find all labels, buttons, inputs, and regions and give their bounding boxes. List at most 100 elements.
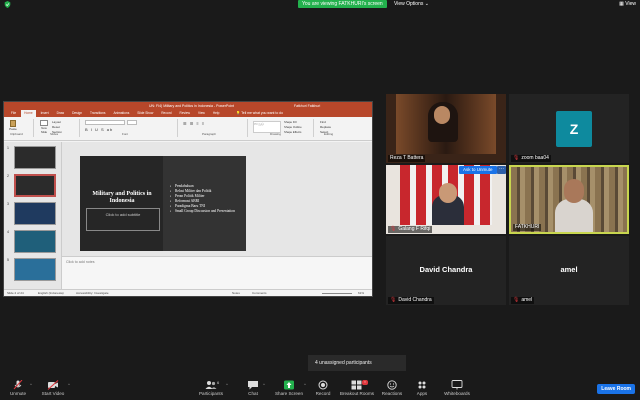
apps-button[interactable]: Apps — [413, 378, 431, 400]
ribbon-tab-help[interactable]: Help — [210, 110, 223, 117]
video-tile-zoom-baa04[interactable]: Z 🎙 zoom baa04 — [509, 94, 629, 163]
layout-button[interactable]: Layout — [52, 120, 61, 124]
video-tile-amel[interactable]: amel 🎙 amel — [509, 236, 629, 305]
person-silhouette — [555, 199, 593, 232]
video-tile-galang[interactable]: 🎙 Galang F Rifqi — [386, 165, 506, 234]
slide-count: Slide 2 of 24 — [7, 291, 24, 295]
chat-button[interactable]: Chat — [242, 378, 264, 400]
record-icon — [318, 380, 328, 390]
participant-name-text: Reza T Battera — [390, 155, 424, 161]
ribbon-tab-design[interactable]: Design — [69, 110, 85, 117]
ribbon-tab-transitions[interactable]: Transitions — [87, 110, 108, 117]
ribbon-tab-review[interactable]: Review — [177, 110, 193, 117]
slide-bullet-item: Small Group Discussion and Presentation — [170, 209, 242, 214]
video-tile-reza[interactable]: Reza T Battera — [386, 94, 506, 163]
find-button[interactable]: Find — [320, 120, 326, 124]
participants-label: Participants — [198, 391, 223, 396]
language-status[interactable]: English (Indonesia) — [38, 290, 64, 296]
zoom-level[interactable]: 61% — [358, 290, 364, 296]
ribbon-group-label: Paragraph — [202, 132, 217, 136]
unassigned-participants-notice[interactable]: 4 unassigned participants — [308, 355, 406, 371]
current-slide[interactable]: Military and Politics in Indonesia Click… — [80, 156, 246, 251]
reset-button[interactable]: Reset — [52, 125, 60, 129]
ribbon-tab-draw[interactable]: Draw — [54, 110, 67, 117]
more-options-button[interactable]: ··· — [497, 166, 506, 174]
leave-room-button[interactable]: Leave Room — [597, 384, 635, 394]
record-label: Record — [315, 391, 331, 396]
ribbon: Paste Clipboard New Slide Layout Reset S… — [4, 117, 372, 141]
video-off-icon — [47, 380, 59, 390]
slide-thumbnail[interactable] — [14, 202, 56, 225]
video-tile-fatkhuri[interactable]: FATKHURI — [509, 165, 629, 234]
replace-button[interactable]: Replace — [320, 125, 331, 129]
font-format-buttons[interactable]: B I U S ab — [85, 127, 113, 132]
ask-to-unmute-button[interactable]: Ask to Unmute — [459, 166, 497, 174]
editing-group: Find Replace Select Editing — [316, 119, 356, 137]
shield-icon[interactable] — [4, 1, 11, 8]
whiteboards-label: Whiteboards — [444, 391, 470, 396]
paste-icon — [10, 120, 16, 127]
ribbon-tab-record[interactable]: Record — [158, 110, 174, 117]
reactions-button[interactable]: Reactions — [380, 378, 404, 400]
breakout-rooms-button[interactable]: Breakout Rooms — [338, 378, 376, 400]
shape-outline-button[interactable]: Shape Outline — [284, 125, 302, 129]
unmute-button[interactable]: Unmute — [6, 378, 30, 400]
powerpoint-workspace: 1 2 3 4 5 Military and Politics in Indonesia… — [4, 142, 372, 290]
audio-options-caret[interactable]: ^ — [30, 382, 32, 387]
notes-toggle[interactable]: Notes — [232, 290, 240, 296]
tell-me-box[interactable]: 💡 Tell me what you want to do — [236, 110, 283, 117]
video-options-caret[interactable]: ^ — [68, 382, 70, 387]
ribbon-tab-file[interactable]: File — [8, 110, 19, 117]
person-face — [434, 106, 450, 124]
share-screen-label: Share Screen — [274, 391, 304, 396]
participant-name: 🎙 Galang F Rifqi — [388, 226, 433, 233]
ribbon-tab-home[interactable]: Home — [21, 110, 36, 117]
tell-me-text: Tell me what you want to do — [241, 111, 283, 115]
start-video-button[interactable]: Start Video — [38, 378, 68, 400]
whiteboards-button[interactable]: Whiteboards — [440, 378, 474, 400]
ribbon-group-label: Font — [122, 132, 129, 136]
ribbon-tab-insert[interactable]: Insert — [38, 110, 52, 117]
slide-bullet-list[interactable]: PendahuluanRelasi Militer dan PolitikPer… — [170, 184, 242, 214]
slide-title[interactable]: Military and Politics in Indonesia — [86, 191, 158, 205]
zoom-slider[interactable] — [322, 293, 352, 294]
font-name-box[interactable] — [85, 120, 125, 125]
notes-pane[interactable]: Click to add notes — [62, 256, 372, 290]
view-label: View — [625, 1, 636, 7]
powerpoint-status-bar: Slide 2 of 24 English (Indonesia) Access… — [4, 289, 372, 296]
chat-options-caret[interactable]: ^ — [263, 382, 265, 387]
shape-effects-button[interactable]: Shape Effects — [284, 130, 301, 134]
ribbon-tab-slide-show[interactable]: Slide Show — [134, 110, 156, 117]
ribbon-tab-animations[interactable]: Animations — [111, 110, 133, 117]
paste-button[interactable]: Paste — [8, 120, 18, 132]
reactions-icon — [387, 380, 397, 390]
slide-thumbnail[interactable] — [14, 230, 56, 253]
share-screen-button[interactable]: Share Screen — [274, 378, 304, 400]
view-options-button[interactable]: View Options ⌄ — [394, 0, 429, 8]
font-size-box[interactable] — [127, 120, 137, 125]
new-slide-button[interactable]: New Slide — [38, 120, 50, 134]
shape-fill-button[interactable]: Shape Fill — [284, 120, 296, 124]
participant-name-text: amel — [521, 297, 533, 303]
slide-thumbnail[interactable] — [14, 258, 56, 281]
slide-thumbnail[interactable] — [14, 174, 56, 197]
comments-toggle[interactable]: Comments — [252, 290, 267, 296]
view-button[interactable]: ▦ View — [619, 0, 636, 8]
participant-name-text: zoom baa04 — [521, 155, 549, 161]
participants-button[interactable]: Participants — [196, 378, 226, 400]
chat-icon — [248, 381, 258, 390]
subtitle-placeholder[interactable]: Click to add subtitle — [86, 208, 160, 231]
slide-thumbnail[interactable] — [14, 146, 56, 169]
breakout-rooms-label: Breakout Rooms — [339, 391, 375, 396]
share-options-caret[interactable]: ^ — [304, 382, 306, 387]
accessibility-status[interactable]: Accessibility: Investigate — [76, 290, 109, 296]
new-slide-label: New Slide — [40, 126, 48, 134]
participant-name-text: Galang F Rifqi — [398, 226, 431, 232]
ribbon-group-label: Clipboard — [10, 132, 23, 136]
ribbon-tab-view[interactable]: View — [195, 110, 208, 117]
video-tile-david-chandra[interactable]: David Chandra 🎙 David Chandra — [386, 236, 506, 305]
participants-options-caret[interactable]: ^ — [226, 382, 228, 387]
record-button[interactable]: Record — [312, 378, 334, 400]
clipboard-group: Paste Clipboard — [6, 119, 34, 137]
paragraph-buttons[interactable]: ☰ ☰ ≡ ≡ — [183, 121, 205, 126]
